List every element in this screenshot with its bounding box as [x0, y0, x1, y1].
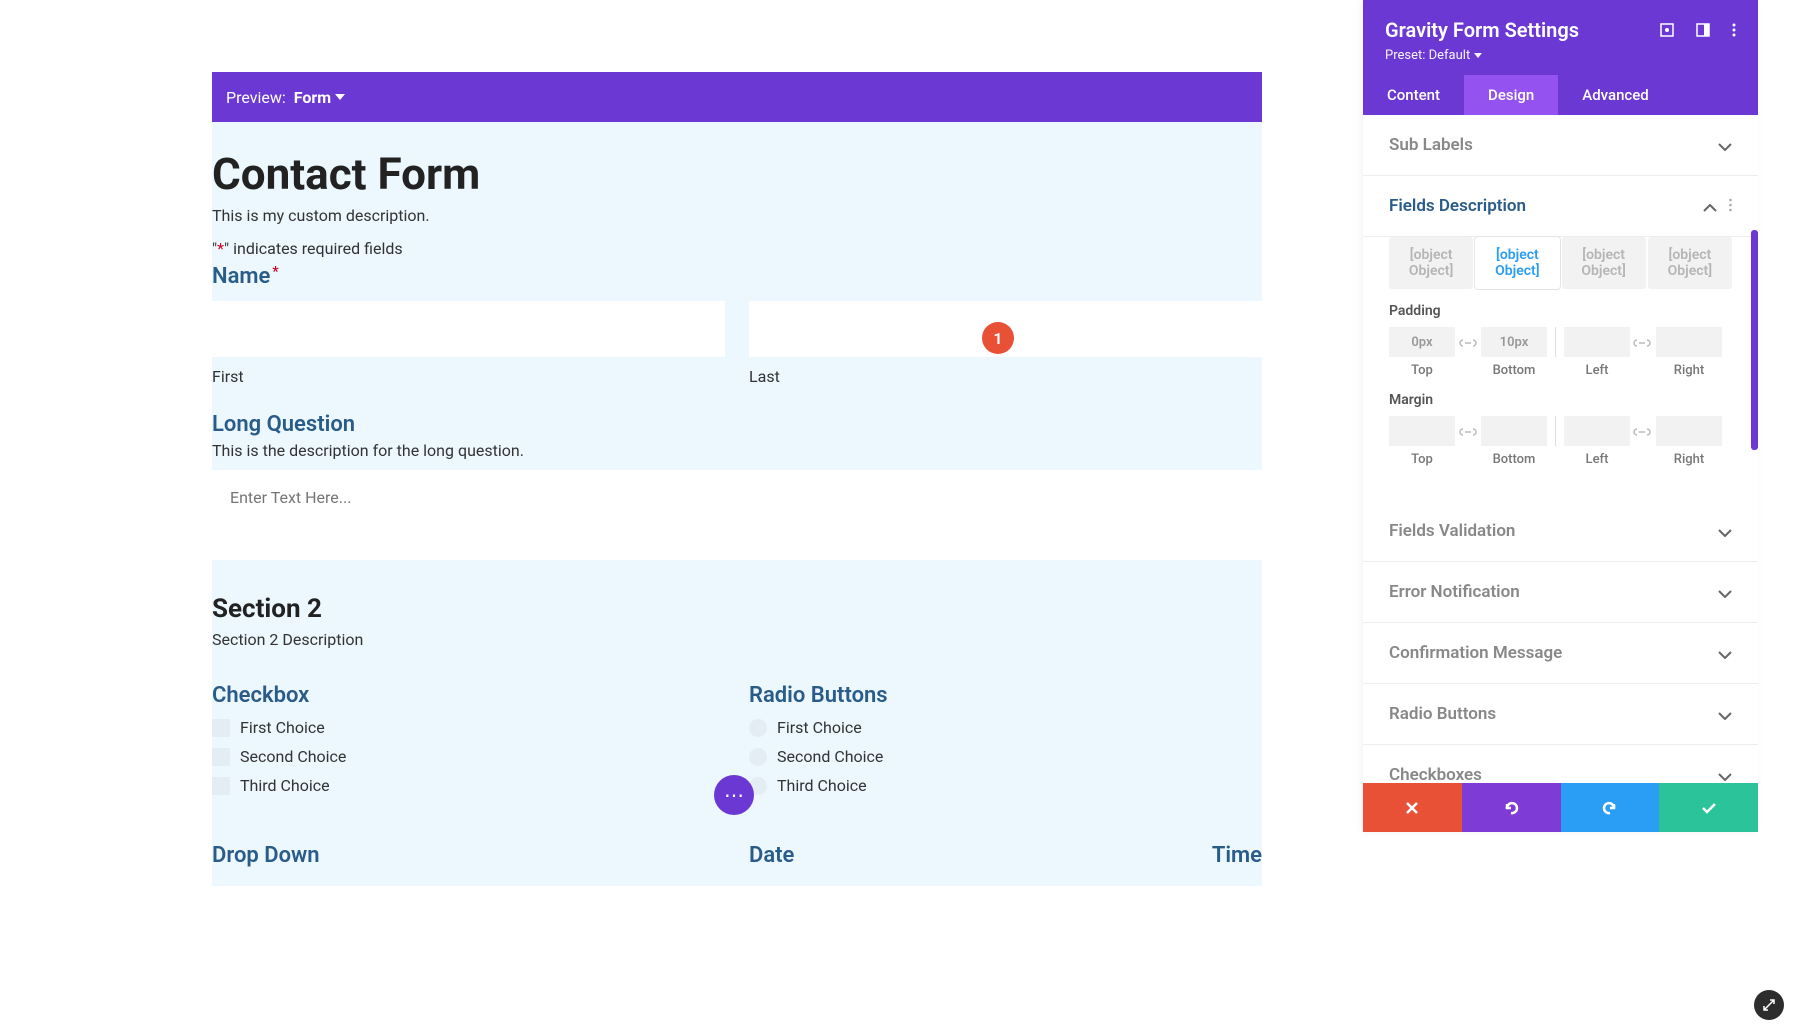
- date-label: Date: [749, 843, 994, 868]
- link-icon[interactable]: [1459, 422, 1477, 440]
- form-title: Contact Form: [212, 140, 1262, 200]
- chevron-down-icon: [1718, 644, 1732, 663]
- padding-label: Padding: [1389, 303, 1732, 319]
- chevron-up-icon: [1703, 197, 1717, 216]
- margin-left-input[interactable]: [1564, 416, 1630, 446]
- preset-dropdown[interactable]: Preset: Default: [1385, 48, 1736, 63]
- check-icon: [1701, 802, 1717, 814]
- panel-title: Gravity Form Settings: [1385, 18, 1579, 42]
- padding-top-input[interactable]: [1389, 327, 1455, 357]
- scrollbar-thumb[interactable]: [1751, 230, 1758, 450]
- dock-icon[interactable]: [1696, 23, 1710, 37]
- preview-bar: Preview: Form: [212, 72, 1262, 122]
- margin-right-input[interactable]: [1656, 416, 1722, 446]
- checkbox-choice[interactable]: Second Choice: [212, 747, 725, 766]
- section-confirmation-message[interactable]: Confirmation Message: [1363, 623, 1758, 684]
- section-checkboxes[interactable]: Checkboxes: [1363, 745, 1758, 783]
- margin-top-input[interactable]: [1389, 416, 1455, 446]
- section-fields-validation[interactable]: Fields Validation: [1363, 501, 1758, 562]
- first-name-input[interactable]: [212, 301, 725, 357]
- settings-panel: Gravity Form Settings Preset: Default Co…: [1363, 0, 1758, 832]
- long-question-textarea[interactable]: [212, 470, 1262, 560]
- panel-tabs: Content Design Advanced: [1363, 75, 1758, 115]
- margin-label: Margin: [1389, 392, 1732, 408]
- panel-footer: [1363, 783, 1758, 832]
- time-label: Time: [1212, 843, 1262, 868]
- tab-advanced[interactable]: Advanced: [1558, 75, 1672, 115]
- required-fields-note: "*" indicates required fields: [212, 239, 1262, 258]
- fields-description-content: [object Object] [object Object] [object …: [1363, 237, 1758, 501]
- checkbox-label: Checkbox: [212, 683, 725, 708]
- name-field-label: Name*: [212, 264, 1262, 289]
- desc-subtab-1[interactable]: [object Object]: [1389, 237, 1473, 289]
- tab-design[interactable]: Design: [1464, 75, 1558, 115]
- radio-icon: [749, 748, 767, 766]
- undo-icon: [1503, 800, 1519, 816]
- more-vert-icon[interactable]: [1732, 23, 1736, 37]
- link-icon[interactable]: [1633, 422, 1651, 440]
- more-vert-icon[interactable]: [1729, 197, 1732, 216]
- redo-icon: [1602, 800, 1618, 816]
- chevron-down-icon: [1718, 136, 1732, 155]
- caret-down-icon: [335, 94, 345, 100]
- radio-choice[interactable]: First Choice: [749, 718, 1262, 737]
- section-radio-buttons[interactable]: Radio Buttons: [1363, 684, 1758, 745]
- radio-choice[interactable]: Second Choice: [749, 747, 1262, 766]
- focus-icon[interactable]: [1660, 23, 1674, 37]
- chevron-down-icon: [1718, 766, 1732, 784]
- expand-fab[interactable]: [1754, 990, 1784, 1020]
- more-options-fab[interactable]: ⋯: [714, 775, 754, 815]
- long-question-description: This is the description for the long que…: [212, 441, 1262, 460]
- checkbox-icon: [212, 719, 230, 737]
- checkbox-icon: [212, 748, 230, 766]
- section-fields-description[interactable]: Fields Description: [1363, 176, 1758, 237]
- chevron-down-icon: [1718, 705, 1732, 724]
- undo-button[interactable]: [1462, 783, 1561, 832]
- redo-button[interactable]: [1561, 783, 1660, 832]
- section-sub-labels[interactable]: Sub Labels: [1363, 115, 1758, 176]
- close-icon: [1405, 801, 1419, 815]
- padding-right-input[interactable]: [1656, 327, 1722, 357]
- long-question-label: Long Question: [212, 412, 1262, 437]
- first-name-sublabel: First: [212, 367, 725, 386]
- desc-subtab-3[interactable]: [object Object]: [1562, 237, 1646, 289]
- section-error-notification[interactable]: Error Notification: [1363, 562, 1758, 623]
- checkbox-icon: [212, 777, 230, 795]
- tab-content[interactable]: Content: [1363, 75, 1464, 115]
- chevron-down-icon: [1718, 583, 1732, 602]
- link-icon[interactable]: [1459, 333, 1477, 351]
- preview-label: Preview:: [226, 88, 286, 107]
- marker-badge-1: 1: [982, 322, 1014, 354]
- link-icon[interactable]: [1633, 333, 1651, 351]
- caret-down-icon: [1474, 53, 1482, 58]
- checkbox-choice[interactable]: Third Choice: [212, 776, 725, 795]
- form-description: This is my custom description.: [212, 206, 1262, 225]
- radio-choice[interactable]: Third Choice: [749, 776, 1262, 795]
- panel-header: Gravity Form Settings Preset: Default: [1363, 0, 1758, 75]
- dropdown-label: Drop Down: [212, 843, 725, 868]
- section-2-title: Section 2: [212, 594, 1262, 624]
- desc-subtab-4[interactable]: [object Object]: [1648, 237, 1732, 289]
- padding-left-input[interactable]: [1564, 327, 1630, 357]
- section-2-description: Section 2 Description: [212, 630, 1262, 649]
- done-button[interactable]: [1659, 783, 1758, 832]
- chevron-down-icon: [1718, 522, 1732, 541]
- radio-label: Radio Buttons: [749, 683, 1262, 708]
- panel-sections: Sub Labels Fields Description [object Ob…: [1363, 115, 1758, 783]
- padding-bottom-input[interactable]: [1481, 327, 1547, 357]
- checkbox-choice[interactable]: First Choice: [212, 718, 725, 737]
- desc-subtab-2[interactable]: [object Object]: [1475, 237, 1559, 289]
- margin-bottom-input[interactable]: [1481, 416, 1547, 446]
- preview-dropdown[interactable]: Form: [294, 88, 345, 107]
- expand-icon: [1762, 998, 1776, 1012]
- radio-icon: [749, 719, 767, 737]
- close-button[interactable]: [1363, 783, 1462, 832]
- last-name-sublabel: Last: [749, 367, 1262, 386]
